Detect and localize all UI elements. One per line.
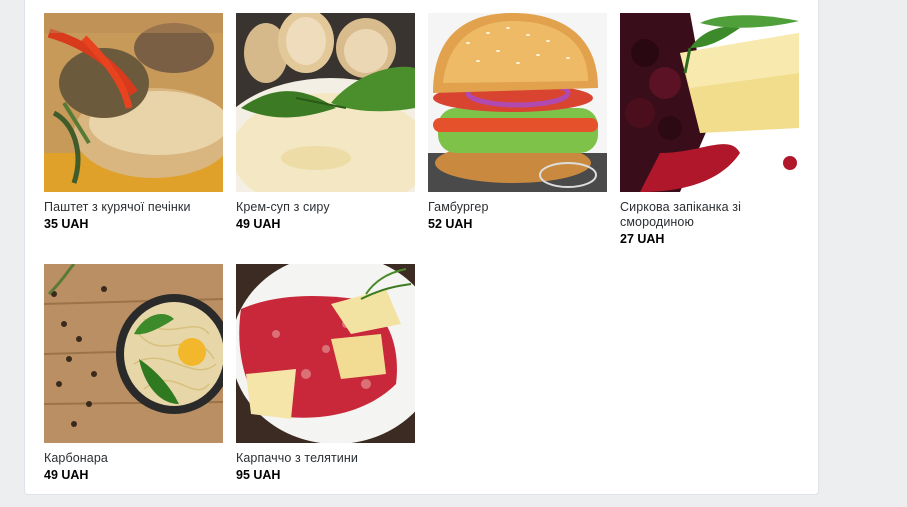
product-image-curd-casserole[interactable]: [620, 13, 799, 192]
product-name[interactable]: Гамбургер: [428, 200, 607, 215]
product-image-hamburger[interactable]: [428, 13, 607, 192]
product-price: 49 UAH: [236, 217, 281, 231]
product-price: 27 UAH: [620, 232, 665, 246]
product-card[interactable]: Сиркова запіканка зі смородиною 27 UAH: [620, 13, 799, 247]
product-card[interactable]: Гамбургер 52 UAH: [428, 13, 607, 232]
product-price: 52 UAH: [428, 217, 473, 231]
product-name[interactable]: Крем-суп з сиру: [236, 200, 415, 215]
product-card[interactable]: Паштет з курячої печінки 35 UAH: [44, 13, 223, 232]
product-card[interactable]: Карбонара 49 UAH: [44, 264, 223, 483]
product-image-pate[interactable]: [44, 13, 223, 192]
product-card[interactable]: Карпаччо з телятини 95 UAH: [236, 264, 415, 483]
market-panel: Паштет з курячої печінки 35 UAH Крем-суп…: [24, 0, 819, 495]
product-image-cheese-soup[interactable]: [236, 13, 415, 192]
product-name[interactable]: Карпаччо з телятини: [236, 451, 415, 466]
product-card[interactable]: Крем-суп з сиру 49 UAH: [236, 13, 415, 232]
product-price: 35 UAH: [44, 217, 89, 231]
product-price: 95 UAH: [236, 468, 281, 482]
product-price: 49 UAH: [44, 468, 89, 482]
product-name[interactable]: Карбонара: [44, 451, 223, 466]
product-image-carbonara[interactable]: [44, 264, 223, 443]
product-image-carpaccio[interactable]: [236, 264, 415, 443]
product-name[interactable]: Сиркова запіканка зі смородиною: [620, 200, 799, 230]
product-name[interactable]: Паштет з курячої печінки: [44, 200, 223, 215]
